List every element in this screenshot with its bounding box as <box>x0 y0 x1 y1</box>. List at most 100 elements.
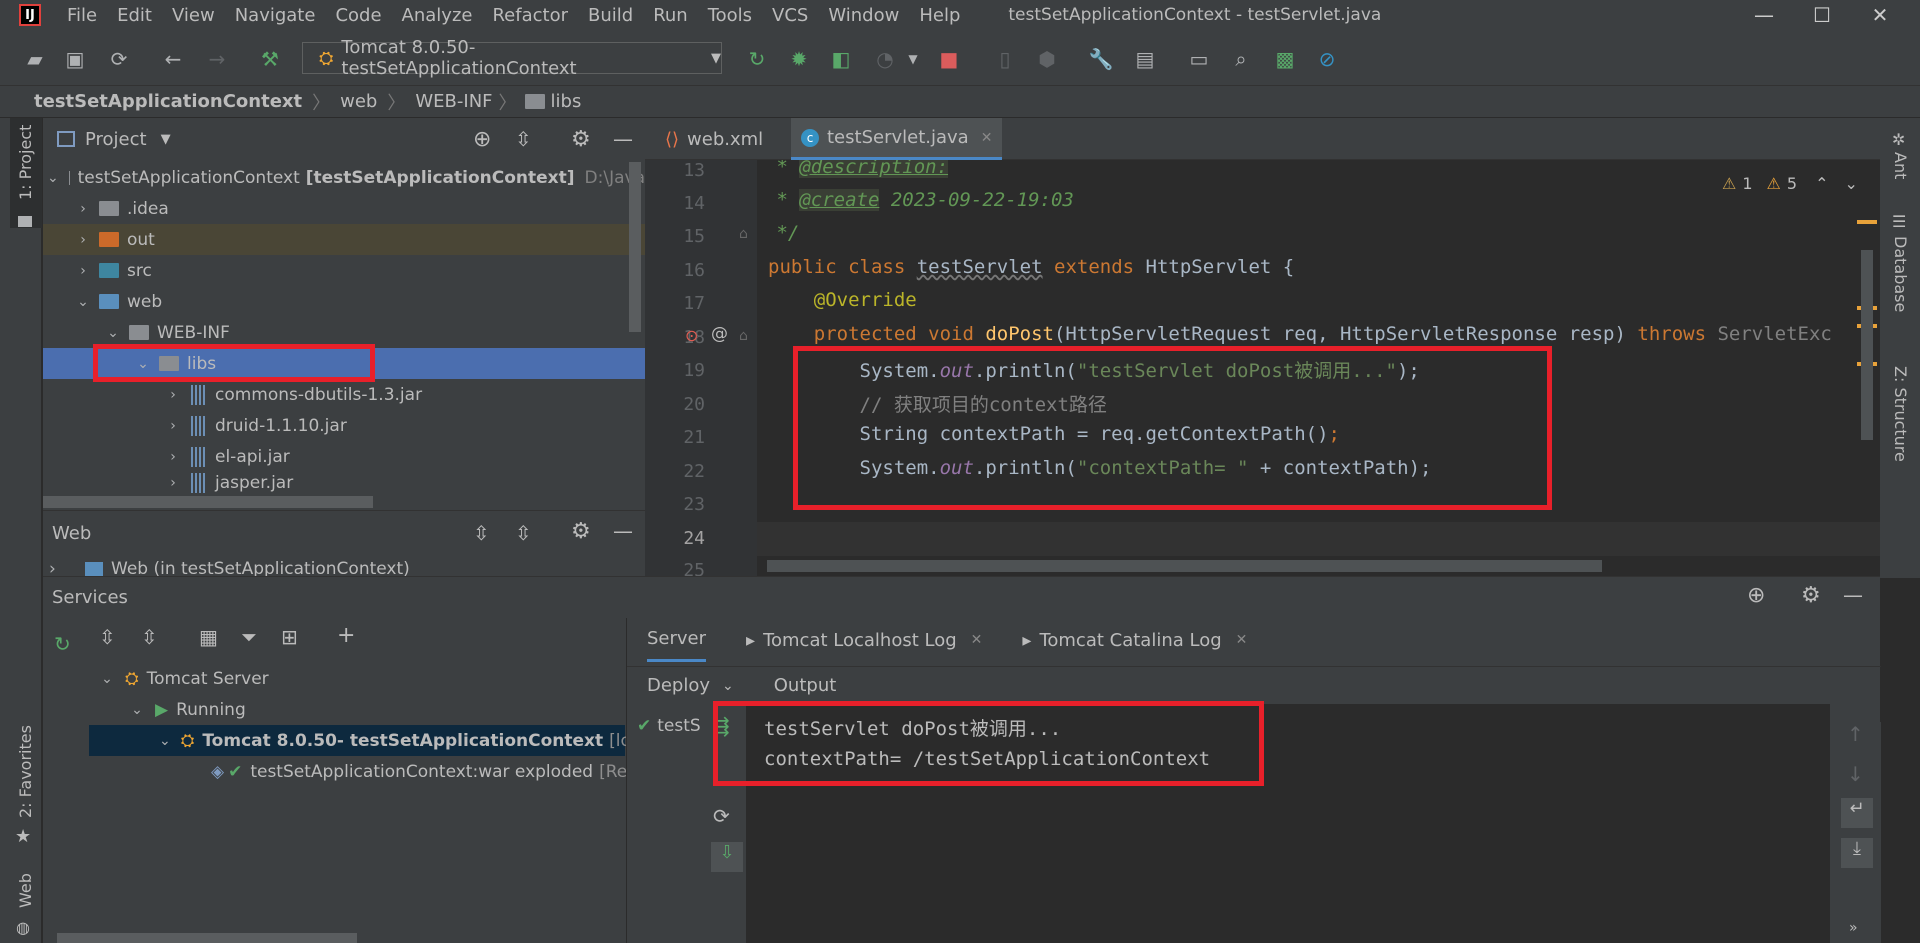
menu-file[interactable]: File <box>57 5 107 26</box>
structure-tool-label[interactable]: Z: Structure <box>1891 366 1910 462</box>
tree-item-tomcat-instance[interactable]: ⌄ ⛭ Tomcat 8.0.50- testSetApplicationCon… <box>89 725 662 756</box>
new-tab-icon[interactable]: ⊞ <box>281 625 298 649</box>
save-icon[interactable]: ▣ <box>62 46 88 72</box>
inspection-widget[interactable]: ⚠ 1 ⚠ 5 ⌃ ⌄ <box>1722 174 1858 193</box>
sync-icon[interactable]: ⟳ <box>106 46 132 72</box>
wrench-icon[interactable]: 🔧 <box>1088 46 1114 72</box>
breadcrumb-webinf[interactable]: WEB-INF <box>415 91 492 112</box>
stop-icon[interactable]: ■ <box>936 46 962 72</box>
group-by-icon[interactable]: ▦ <box>199 625 218 649</box>
tree-item-artifact[interactable]: ◈ ✔ testSetApplicationContext:war explod… <box>43 756 627 787</box>
fold-icon[interactable]: ⌂ <box>739 328 748 344</box>
device-icon[interactable]: ▯ <box>992 46 1018 72</box>
hide-icon[interactable]: — <box>1843 583 1863 607</box>
tab-localhost-log[interactable]: Tomcat Localhost Log <box>763 630 957 651</box>
open-folder-icon[interactable]: ▰ <box>22 46 48 72</box>
maximize-icon[interactable]: ☐ <box>1794 0 1850 30</box>
expand-all-icon[interactable]: ⇳ <box>99 625 116 649</box>
close-tab-icon[interactable]: ✕ <box>971 632 983 648</box>
menu-window[interactable]: Window <box>818 5 909 26</box>
rerun-icon[interactable]: ↻ <box>744 46 770 72</box>
tree-item-out[interactable]: › out <box>43 224 645 255</box>
scroll-to-end-icon[interactable]: ⤓ <box>1841 838 1873 868</box>
vertical-scrollbar[interactable] <box>629 162 641 332</box>
tree-item-jar[interactable]: › el-api.jar <box>43 441 645 472</box>
project-structure-icon[interactable]: ▤ <box>1132 46 1158 72</box>
chevron-down-icon[interactable]: ▼ <box>161 132 171 147</box>
deploy-item[interactable]: ✔ testS <box>637 716 701 736</box>
more-icon[interactable]: » <box>1849 920 1858 936</box>
build-hammer-icon[interactable]: ⚒ <box>257 46 283 72</box>
refresh-icon[interactable]: ⟳ <box>713 804 730 828</box>
profile-dropdown-icon[interactable]: ▼ <box>900 46 926 72</box>
attach-icon[interactable]: ⬢ <box>1034 46 1060 72</box>
tree-item-web[interactable]: ⌄ web <box>43 286 645 317</box>
terminal-icon[interactable]: ▭ <box>1186 46 1212 72</box>
debug-icon[interactable]: ✹ <box>786 46 812 72</box>
web-tree-item[interactable]: › Web (in testSetApplicationContext) <box>43 559 645 577</box>
disabled-icon[interactable]: ⊘ <box>1314 46 1340 72</box>
soft-wrap-icon[interactable]: ↵ <box>1841 798 1873 828</box>
chevron-down-icon[interactable]: ⌄ <box>1844 174 1857 193</box>
menu-run[interactable]: Run <box>643 5 698 26</box>
filter-icon[interactable]: ⏷ <box>241 625 257 649</box>
tree-item-tomcat-server[interactable]: ⌄ ⛭ Tomcat Server <box>43 663 625 694</box>
favorites-tool-label[interactable]: 2: Favorites <box>16 725 35 818</box>
override-gutter-icon[interactable]: ⊙ <box>685 326 698 345</box>
project-panel-title[interactable]: Project <box>85 129 147 150</box>
chevron-up-icon[interactable]: ⌃ <box>1815 174 1828 193</box>
breadcrumb-web[interactable]: web <box>340 91 377 112</box>
collapse-all-icon[interactable]: ⇳ <box>515 521 532 545</box>
forward-icon[interactable]: → <box>204 46 230 72</box>
tab-testservlet-java[interactable]: c testServlet.java ✕ <box>791 118 1003 160</box>
ant-tool-label[interactable]: Ant <box>1891 152 1910 179</box>
arrow-down-icon[interactable]: ↓ <box>1847 762 1864 786</box>
gear-icon[interactable]: ⚙ <box>571 127 591 152</box>
monitor-icon[interactable]: ▩ <box>1272 46 1298 72</box>
close-tab-icon[interactable]: ✕ <box>981 130 993 146</box>
project-tool-label[interactable]: 1: Project <box>16 125 35 200</box>
menu-refactor[interactable]: Refactor <box>482 5 578 26</box>
collapse-all-icon[interactable]: ⇳ <box>515 127 532 151</box>
locate-icon[interactable]: ⊕ <box>473 127 491 152</box>
tree-item-idea[interactable]: › .idea <box>43 193 645 224</box>
menu-tools[interactable]: Tools <box>698 5 762 26</box>
menu-code[interactable]: Code <box>325 5 391 26</box>
vertical-scrollbar[interactable] <box>1861 250 1873 440</box>
tree-item-root[interactable]: ⌄ testSetApplicationContext [testSetAppl… <box>43 162 645 193</box>
database-tool-label[interactable]: Database <box>1891 236 1910 312</box>
error-stripe-mark[interactable] <box>1857 220 1877 224</box>
horizontal-scrollbar[interactable] <box>57 933 357 943</box>
horizontal-scrollbar[interactable] <box>767 560 1602 572</box>
collapse-all-icon[interactable]: ⇳ <box>141 625 158 649</box>
minimize-icon[interactable]: — <box>1736 0 1792 30</box>
profile-icon[interactable]: ◔ <box>872 46 898 72</box>
menu-navigate[interactable]: Navigate <box>225 5 326 26</box>
close-tab-icon[interactable]: ✕ <box>1236 632 1248 648</box>
chevron-down-icon[interactable]: ⌄ <box>722 678 734 694</box>
tree-item-src[interactable]: › src <box>43 255 645 286</box>
add-service-icon[interactable]: + <box>337 623 355 648</box>
fold-icon[interactable]: ⌂ <box>739 226 748 242</box>
breadcrumb-project[interactable]: testSetApplicationContext <box>34 91 302 112</box>
tab-web-xml[interactable]: ⟨⟩ web.xml <box>655 118 773 160</box>
menu-view[interactable]: View <box>162 5 225 26</box>
update-icon[interactable]: ⇩ <box>711 842 743 872</box>
breadcrumb-libs[interactable]: libs <box>551 91 582 112</box>
annotation-gutter-icon[interactable]: @ <box>711 324 728 344</box>
search-icon[interactable]: ⌕ <box>1228 46 1254 72</box>
tree-item-jar[interactable]: › druid-1.1.10.jar <box>43 410 645 441</box>
close-icon[interactable]: ✕ <box>1852 0 1908 30</box>
menu-help[interactable]: Help <box>909 5 970 26</box>
tab-server[interactable]: Server <box>647 618 707 662</box>
web-tool-label[interactable]: Web <box>16 873 35 908</box>
rerun-icon[interactable]: ↻ <box>54 632 71 656</box>
menu-build[interactable]: Build <box>578 5 643 26</box>
gear-icon[interactable]: ⚙ <box>571 519 591 544</box>
menu-analyze[interactable]: Analyze <box>392 5 483 26</box>
menu-vcs[interactable]: VCS <box>762 5 818 26</box>
run-configuration-select[interactable]: ⛭ Tomcat 8.0.50- testSetApplicationConte… <box>302 37 722 79</box>
tree-item-jar[interactable]: › jasper.jar <box>43 472 645 494</box>
hide-icon[interactable]: — <box>613 127 633 151</box>
locate-icon[interactable]: ⊕ <box>1747 583 1765 608</box>
